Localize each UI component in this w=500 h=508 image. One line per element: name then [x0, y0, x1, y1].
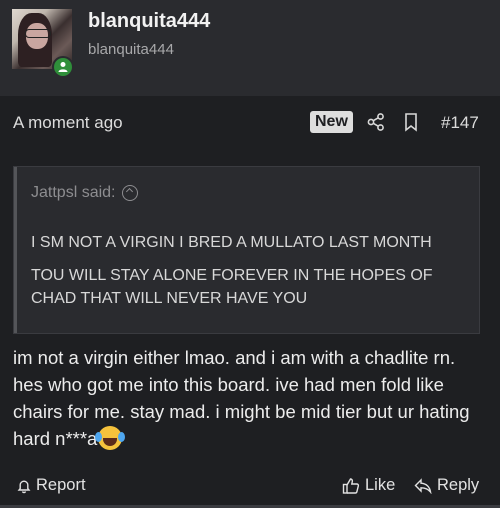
quote-attribution[interactable]: Jattpsl said:: [31, 184, 139, 202]
message-text: im not a virgin either lmao. and i am wi…: [13, 347, 470, 449]
quote-line: I SM NOT A VIRGIN I BRED A MULLATO LAST …: [31, 234, 432, 251]
report-label: Report: [36, 476, 86, 494]
jump-to-quote-icon[interactable]: [122, 185, 139, 201]
post-timestamp[interactable]: A moment ago: [13, 113, 123, 133]
avatar-glasses: [25, 29, 51, 38]
post-actions-bar: Report Like Reply: [0, 468, 500, 504]
bookmark-icon[interactable]: [402, 112, 420, 132]
reply-arrow-icon: [414, 477, 432, 494]
reply-label: Reply: [437, 476, 480, 494]
author-username[interactable]: blanquita444: [88, 10, 210, 33]
post-author-header: blanquita444 blanquita444: [0, 0, 500, 96]
post-meta-row: A moment ago New #147: [0, 96, 500, 152]
like-button[interactable]: Like: [342, 476, 395, 495]
reply-button[interactable]: Reply: [414, 476, 479, 495]
new-badge: New: [310, 111, 353, 133]
quote-block: Jattpsl said: I SM NOT A VIRGIN I BRED A…: [13, 166, 480, 334]
share-icon[interactable]: [366, 112, 386, 132]
thumbs-up-icon: [342, 477, 360, 494]
post-message: im not a virgin either lmao. and i am wi…: [13, 344, 485, 452]
report-button[interactable]: Report: [16, 476, 86, 495]
tears-of-joy-emoji-icon: [95, 426, 126, 450]
avatar-container[interactable]: [12, 9, 74, 78]
online-person-icon: [52, 56, 74, 78]
like-label: Like: [365, 476, 396, 494]
author-user-title: blanquita444: [88, 41, 174, 58]
quote-accent-bar: [14, 167, 17, 333]
bell-icon: [17, 480, 31, 493]
post-number-link[interactable]: #147: [441, 113, 479, 133]
quote-body: I SM NOT A VIRGIN I BRED A MULLATO LAST …: [31, 231, 461, 320]
quote-author-label: Jattpsl said:: [31, 184, 116, 201]
quote-line: TOU WILL STAY ALONE FOREVER IN THE HOPES…: [31, 267, 433, 307]
